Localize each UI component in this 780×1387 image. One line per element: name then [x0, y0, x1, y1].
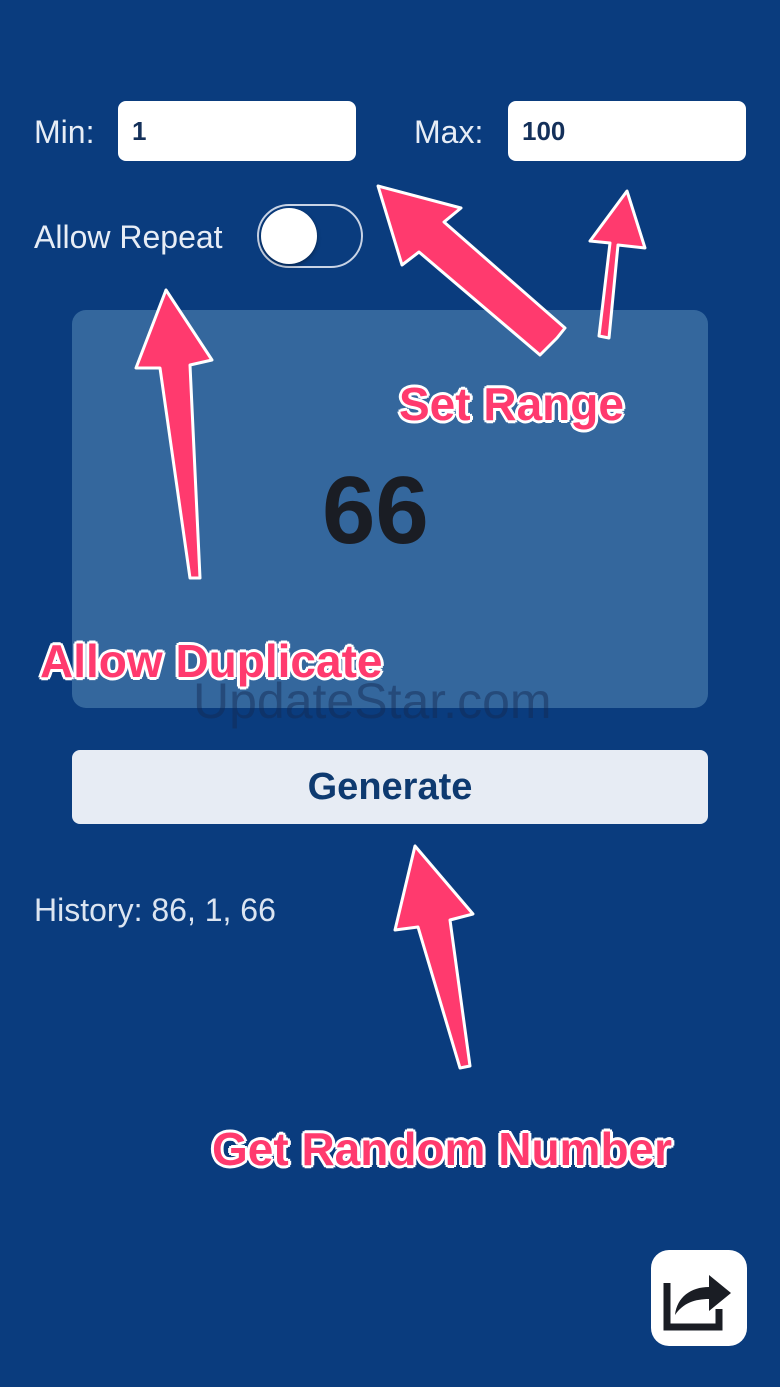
- share-button[interactable]: [651, 1250, 747, 1346]
- arrow-set-range-min: [376, 184, 567, 357]
- arrow-set-range-max: [588, 189, 647, 340]
- annotation-get-random-number: Get Random Number: [212, 1123, 673, 1175]
- annotation-set-range: Set Range: [399, 378, 624, 430]
- share-icon: [663, 1275, 731, 1331]
- annotation-arrows: [134, 184, 647, 1070]
- annotation-allow-duplicate: Allow Duplicate: [40, 635, 383, 687]
- arrow-get-random-number: [393, 844, 475, 1070]
- arrow-allow-duplicate: [134, 288, 214, 580]
